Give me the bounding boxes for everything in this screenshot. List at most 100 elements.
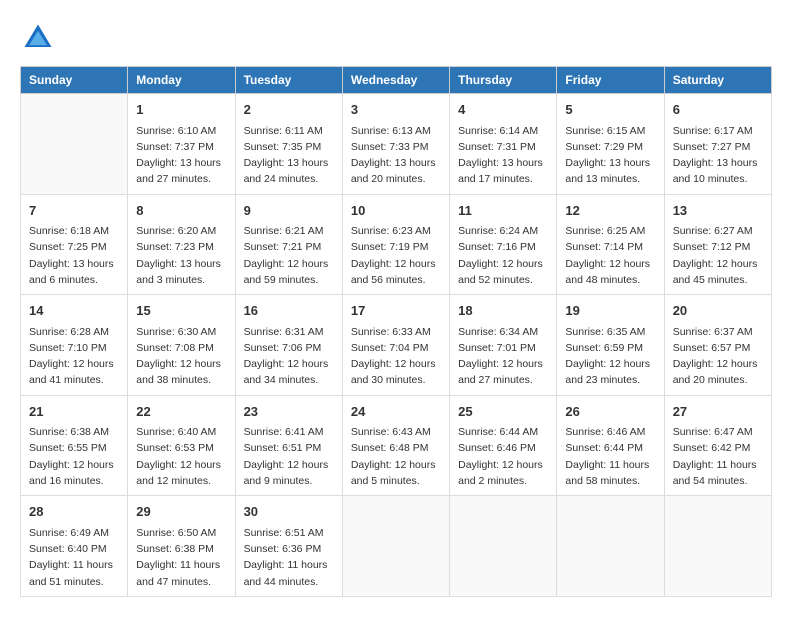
day-info: Sunrise: 6:15 AMSunset: 7:29 PMDaylight:… bbox=[565, 123, 655, 188]
day-info: Sunrise: 6:17 AMSunset: 7:27 PMDaylight:… bbox=[673, 123, 763, 188]
calendar-day-cell bbox=[450, 496, 557, 597]
day-number: 8 bbox=[136, 201, 226, 221]
calendar-header-monday: Monday bbox=[128, 67, 235, 94]
day-info: Sunrise: 6:24 AMSunset: 7:16 PMDaylight:… bbox=[458, 223, 548, 288]
logo bbox=[20, 20, 62, 56]
calendar-day-cell: 3Sunrise: 6:13 AMSunset: 7:33 PMDaylight… bbox=[342, 94, 449, 195]
day-info: Sunrise: 6:51 AMSunset: 6:36 PMDaylight:… bbox=[244, 525, 334, 590]
calendar-week-row: 28 Sunrise: 6:49 AMSunset: 6:40 PMDayligh… bbox=[21, 496, 772, 597]
calendar-day-cell: 29Sunrise: 6:50 AMSunset: 6:38 PMDayligh… bbox=[128, 496, 235, 597]
day-info: Sunrise: 6:40 AMSunset: 6:53 PMDaylight:… bbox=[136, 424, 226, 489]
day-number: 19 bbox=[565, 301, 655, 321]
calendar-day-cell: 2 Sunrise: 6:11 AMSunset: 7:35 PMDaylight… bbox=[235, 94, 342, 195]
day-number: 9 bbox=[244, 201, 334, 221]
day-info: Sunrise: 6:47 AMSunset: 6:42 PMDaylight:… bbox=[673, 424, 763, 489]
day-number: 5 bbox=[565, 100, 655, 120]
day-info: Sunrise: 6:33 AMSunset: 7:04 PMDaylight:… bbox=[351, 324, 441, 389]
day-number: 1 bbox=[136, 100, 226, 120]
day-number: 20 bbox=[673, 301, 763, 321]
day-info: Sunrise: 6:20 AMSunset: 7:23 PMDaylight:… bbox=[136, 223, 226, 288]
calendar-header-thursday: Thursday bbox=[450, 67, 557, 94]
day-number: 30 bbox=[244, 502, 334, 522]
day-number: 6 bbox=[673, 100, 763, 120]
calendar-week-row: 1 Sunrise: 6:10 AMSunset: 7:37 PMDaylight… bbox=[21, 94, 772, 195]
calendar-header-wednesday: Wednesday bbox=[342, 67, 449, 94]
logo-icon bbox=[20, 20, 56, 56]
day-info: Sunrise: 6:41 AMSunset: 6:51 PMDaylight:… bbox=[244, 424, 334, 489]
day-info: Sunrise: 6:18 AMSunset: 7:25 PMDaylight:… bbox=[29, 223, 119, 288]
calendar-day-cell: 5 Sunrise: 6:15 AMSunset: 7:29 PMDaylight… bbox=[557, 94, 664, 195]
calendar-week-row: 14 Sunrise: 6:28 AMSunset: 7:10 PMDayligh… bbox=[21, 295, 772, 396]
calendar-day-cell: 11Sunrise: 6:24 AMSunset: 7:16 PMDayligh… bbox=[450, 194, 557, 295]
calendar-day-cell: 14 Sunrise: 6:28 AMSunset: 7:10 PMDayligh… bbox=[21, 295, 128, 396]
day-info: Sunrise: 6:43 AMSunset: 6:48 PMDaylight:… bbox=[351, 424, 441, 489]
calendar-week-row: 7Sunrise: 6:18 AMSunset: 7:25 PMDaylight… bbox=[21, 194, 772, 295]
calendar-day-cell: 12Sunrise: 6:25 AMSunset: 7:14 PMDayligh… bbox=[557, 194, 664, 295]
day-info: Sunrise: 6:25 AMSunset: 7:14 PMDaylight:… bbox=[565, 223, 655, 288]
day-number: 21 bbox=[29, 402, 119, 422]
day-info: Sunrise: 6:13 AMSunset: 7:33 PMDaylight:… bbox=[351, 123, 441, 188]
day-number: 27 bbox=[673, 402, 763, 422]
calendar-day-cell: 18 Sunrise: 6:34 AMSunset: 7:01 PMDayligh… bbox=[450, 295, 557, 396]
calendar-day-cell: 9Sunrise: 6:21 AMSunset: 7:21 PMDaylight… bbox=[235, 194, 342, 295]
calendar-day-cell: 15 Sunrise: 6:30 AMSunset: 7:08 PMDayligh… bbox=[128, 295, 235, 396]
day-info: Sunrise: 6:44 AMSunset: 6:46 PMDaylight:… bbox=[458, 424, 548, 489]
day-number: 2 bbox=[244, 100, 334, 120]
calendar-day-cell: 10Sunrise: 6:23 AMSunset: 7:19 PMDayligh… bbox=[342, 194, 449, 295]
calendar-day-cell: 4Sunrise: 6:14 AMSunset: 7:31 PMDaylight… bbox=[450, 94, 557, 195]
day-number: 22 bbox=[136, 402, 226, 422]
calendar-day-cell: 17 Sunrise: 6:33 AMSunset: 7:04 PMDayligh… bbox=[342, 295, 449, 396]
day-number: 7 bbox=[29, 201, 119, 221]
calendar-day-cell: 21Sunrise: 6:38 AMSunset: 6:55 PMDayligh… bbox=[21, 395, 128, 496]
day-info: Sunrise: 6:27 AMSunset: 7:12 PMDaylight:… bbox=[673, 223, 763, 288]
calendar-table: SundayMondayTuesdayWednesdayThursdayFrid… bbox=[20, 66, 772, 597]
calendar-day-cell: 23Sunrise: 6:41 AMSunset: 6:51 PMDayligh… bbox=[235, 395, 342, 496]
day-number: 4 bbox=[458, 100, 548, 120]
calendar-week-row: 21Sunrise: 6:38 AMSunset: 6:55 PMDayligh… bbox=[21, 395, 772, 496]
day-number: 16 bbox=[244, 301, 334, 321]
calendar-header-sunday: Sunday bbox=[21, 67, 128, 94]
day-info: Sunrise: 6:31 AMSunset: 7:06 PMDaylight:… bbox=[244, 324, 334, 389]
calendar-day-cell: 22Sunrise: 6:40 AMSunset: 6:53 PMDayligh… bbox=[128, 395, 235, 496]
day-number: 23 bbox=[244, 402, 334, 422]
page-header bbox=[20, 20, 772, 56]
day-info: Sunrise: 6:46 AMSunset: 6:44 PMDaylight:… bbox=[565, 424, 655, 489]
day-number: 14 bbox=[29, 301, 119, 321]
day-info: Sunrise: 6:38 AMSunset: 6:55 PMDaylight:… bbox=[29, 424, 119, 489]
day-info: Sunrise: 6:23 AMSunset: 7:19 PMDaylight:… bbox=[351, 223, 441, 288]
day-number: 10 bbox=[351, 201, 441, 221]
day-number: 15 bbox=[136, 301, 226, 321]
calendar-day-cell: 13Sunrise: 6:27 AMSunset: 7:12 PMDayligh… bbox=[664, 194, 771, 295]
calendar-day-cell bbox=[664, 496, 771, 597]
calendar-day-cell: 27Sunrise: 6:47 AMSunset: 6:42 PMDayligh… bbox=[664, 395, 771, 496]
calendar-day-cell: 7Sunrise: 6:18 AMSunset: 7:25 PMDaylight… bbox=[21, 194, 128, 295]
calendar-day-cell: 24Sunrise: 6:43 AMSunset: 6:48 PMDayligh… bbox=[342, 395, 449, 496]
day-info: Sunrise: 6:30 AMSunset: 7:08 PMDaylight:… bbox=[136, 324, 226, 389]
calendar-day-cell: 20 Sunrise: 6:37 AMSunset: 6:57 PMDayligh… bbox=[664, 295, 771, 396]
calendar-header-row: SundayMondayTuesdayWednesdayThursdayFrid… bbox=[21, 67, 772, 94]
day-info: Sunrise: 6:34 AMSunset: 7:01 PMDaylight:… bbox=[458, 324, 548, 389]
day-number: 17 bbox=[351, 301, 441, 321]
day-number: 28 bbox=[29, 502, 119, 522]
calendar-day-cell bbox=[557, 496, 664, 597]
calendar-day-cell: 19 Sunrise: 6:35 AMSunset: 6:59 PMDayligh… bbox=[557, 295, 664, 396]
calendar-day-cell bbox=[342, 496, 449, 597]
day-info: Sunrise: 6:35 AMSunset: 6:59 PMDaylight:… bbox=[565, 324, 655, 389]
calendar-header-tuesday: Tuesday bbox=[235, 67, 342, 94]
day-info: Sunrise: 6:21 AMSunset: 7:21 PMDaylight:… bbox=[244, 223, 334, 288]
day-info: Sunrise: 6:49 AMSunset: 6:40 PMDaylight:… bbox=[29, 525, 119, 590]
day-info: Sunrise: 6:11 AMSunset: 7:35 PMDaylight:… bbox=[244, 123, 334, 188]
day-info: Sunrise: 6:28 AMSunset: 7:10 PMDaylight:… bbox=[29, 324, 119, 389]
calendar-day-cell: 26Sunrise: 6:46 AMSunset: 6:44 PMDayligh… bbox=[557, 395, 664, 496]
calendar-header-saturday: Saturday bbox=[664, 67, 771, 94]
calendar-day-cell: 6 Sunrise: 6:17 AMSunset: 7:27 PMDaylight… bbox=[664, 94, 771, 195]
day-info: Sunrise: 6:10 AMSunset: 7:37 PMDaylight:… bbox=[136, 123, 226, 188]
day-info: Sunrise: 6:37 AMSunset: 6:57 PMDaylight:… bbox=[673, 324, 763, 389]
calendar-day-cell: 28 Sunrise: 6:49 AMSunset: 6:40 PMDayligh… bbox=[21, 496, 128, 597]
day-number: 24 bbox=[351, 402, 441, 422]
calendar-day-cell: 8Sunrise: 6:20 AMSunset: 7:23 PMDaylight… bbox=[128, 194, 235, 295]
day-number: 18 bbox=[458, 301, 548, 321]
day-number: 25 bbox=[458, 402, 548, 422]
day-info: Sunrise: 6:50 AMSunset: 6:38 PMDaylight:… bbox=[136, 525, 226, 590]
calendar-day-cell: 1 Sunrise: 6:10 AMSunset: 7:37 PMDaylight… bbox=[128, 94, 235, 195]
